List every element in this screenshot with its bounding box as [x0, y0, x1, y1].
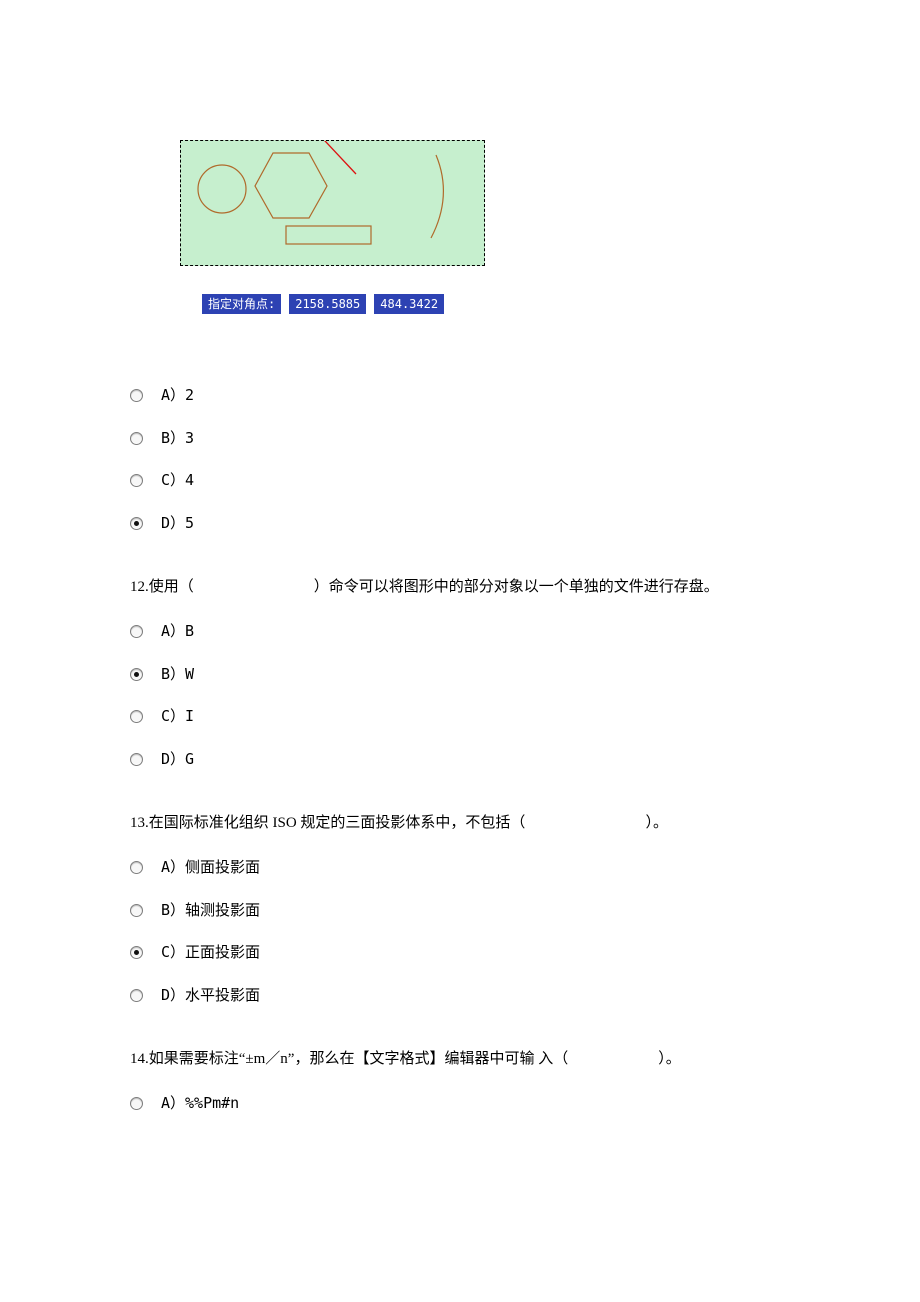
- option-text: C）正面投影面: [161, 941, 260, 964]
- cad-selection-box: [180, 140, 485, 266]
- radio-icon[interactable]: [130, 474, 143, 487]
- option-text: B）轴测投影面: [161, 899, 260, 922]
- option-row[interactable]: A）侧面投影面: [130, 846, 790, 889]
- question-suffix: ）命令可以将图形中的部分对象以一个单独的文件进行存盘。: [314, 579, 719, 595]
- option-row[interactable]: B）W: [130, 653, 790, 696]
- arc-shape: [431, 155, 443, 238]
- question-11-options: A）2 B）3 C）4 D）5: [130, 374, 790, 544]
- option-text: A）侧面投影面: [161, 856, 260, 879]
- option-row[interactable]: D）G: [130, 738, 790, 781]
- option-row[interactable]: B）3: [130, 417, 790, 460]
- radio-icon[interactable]: [130, 432, 143, 445]
- radio-icon[interactable]: [130, 989, 143, 1002]
- cmd-coord-y: 484.3422: [374, 294, 444, 314]
- option-text: A）2: [161, 384, 194, 407]
- question-prefix: 14.如果需要标注“±m／n”，那么在【文字格式】编辑器中可输 入（: [130, 1051, 568, 1067]
- option-row[interactable]: D）5: [130, 502, 790, 545]
- option-text: C）4: [161, 469, 194, 492]
- question-14-text: 14.如果需要标注“±m／n”，那么在【文字格式】编辑器中可输 入（ ）。: [130, 1044, 790, 1074]
- question-12-text: 12.使用（ ）命令可以将图形中的部分对象以一个单独的文件进行存盘。: [130, 572, 790, 602]
- radio-icon[interactable]: [130, 625, 143, 638]
- option-text: B）W: [161, 663, 194, 686]
- option-text: B）3: [161, 427, 194, 450]
- question-12-options: A）B B）W C）I D）G: [130, 610, 790, 780]
- radio-icon[interactable]: [130, 753, 143, 766]
- radio-icon[interactable]: [130, 1097, 143, 1110]
- question-prefix: 13.在国际标准化组织 ISO 规定的三面投影体系中，不包括（: [130, 815, 525, 831]
- radio-icon[interactable]: [130, 861, 143, 874]
- question-prefix: 12.使用（: [130, 579, 194, 595]
- option-row[interactable]: A）%%Pm#n: [130, 1082, 790, 1125]
- question-14-options: A）%%Pm#n: [130, 1082, 790, 1125]
- cad-command-bar: 指定对角点: 2158.5885 484.3422: [202, 294, 790, 314]
- cmd-label: 指定对角点:: [202, 294, 281, 314]
- question-13-options: A）侧面投影面 B）轴测投影面 C）正面投影面 D）水平投影面: [130, 846, 790, 1016]
- radio-icon-selected[interactable]: [130, 668, 143, 681]
- cad-figure: 指定对角点: 2158.5885 484.3422: [130, 140, 790, 314]
- circle-shape: [198, 165, 246, 213]
- question-suffix: ）。: [658, 1051, 681, 1067]
- option-row[interactable]: B）轴测投影面: [130, 889, 790, 932]
- radio-icon[interactable]: [130, 389, 143, 402]
- radio-icon-selected[interactable]: [130, 946, 143, 959]
- hexagon-shape: [255, 153, 327, 218]
- option-row[interactable]: C）I: [130, 695, 790, 738]
- option-text: A）%%Pm#n: [161, 1092, 239, 1115]
- cmd-coord-x: 2158.5885: [289, 294, 366, 314]
- option-text: D）5: [161, 512, 194, 535]
- option-text: C）I: [161, 705, 194, 728]
- question-13-text: 13.在国际标准化组织 ISO 规定的三面投影体系中，不包括（ ）。: [130, 808, 790, 838]
- option-row[interactable]: C）4: [130, 459, 790, 502]
- option-text: A）B: [161, 620, 194, 643]
- rectangle-shape: [286, 226, 371, 244]
- radio-icon[interactable]: [130, 710, 143, 723]
- radio-icon[interactable]: [130, 904, 143, 917]
- option-text: D）G: [161, 748, 194, 771]
- option-row[interactable]: A）B: [130, 610, 790, 653]
- option-row[interactable]: A）2: [130, 374, 790, 417]
- option-row[interactable]: C）正面投影面: [130, 931, 790, 974]
- option-row[interactable]: D）水平投影面: [130, 974, 790, 1017]
- cad-shapes-svg: [181, 141, 486, 267]
- option-text: D）水平投影面: [161, 984, 260, 1007]
- question-suffix: ）。: [645, 815, 668, 831]
- radio-icon-selected[interactable]: [130, 517, 143, 530]
